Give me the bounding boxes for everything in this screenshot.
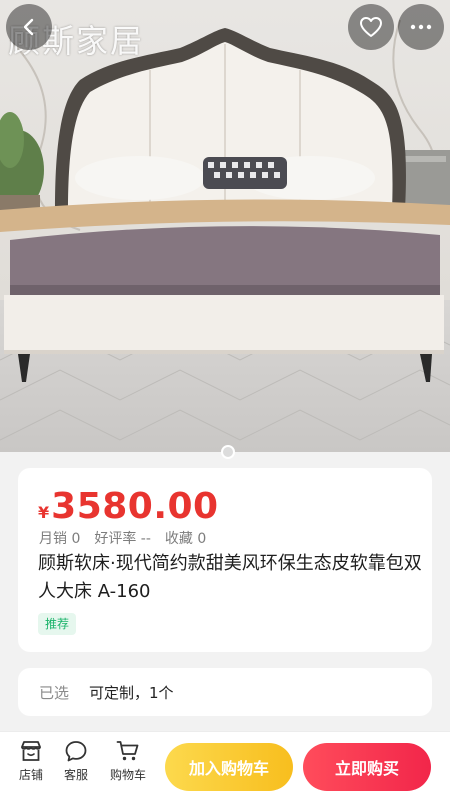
more-button[interactable] <box>398 4 444 50</box>
chat-bubble-icon <box>65 741 87 762</box>
bed-product-image <box>0 0 450 452</box>
product-price: 3580.00 <box>51 486 219 527</box>
favorite-button[interactable] <box>348 4 394 50</box>
rating: 好评率 -- <box>94 531 151 547</box>
shop-icon <box>21 741 41 761</box>
monthly-sales: 月销 0 <box>39 531 81 547</box>
selected-label: 已选 <box>39 683 70 702</box>
cart-label: 购物车 <box>109 768 146 782</box>
add-to-cart-button[interactable]: 加入购物车 <box>165 743 293 791</box>
back-button[interactable] <box>6 4 52 50</box>
recommend-tag: 推荐 <box>38 613 77 635</box>
service-label: 客服 <box>63 768 88 782</box>
cart-icon <box>116 741 139 761</box>
product-title: 顾斯软床·现代简约款甜美风环保生态皮软靠包双人大床 A-160 <box>38 553 422 602</box>
heart-icon <box>360 17 382 37</box>
selected-options-row[interactable]: 已选 可定制，1个 <box>18 668 432 716</box>
product-stats: 月销 0 好评率 -- 收藏 0 <box>39 528 206 548</box>
shop-button[interactable]: 店铺 <box>7 740 55 783</box>
customer-service-button[interactable]: 客服 <box>52 740 100 783</box>
product-image-carousel[interactable]: 顾斯家居 <box>0 0 450 452</box>
buy-now-button[interactable]: 立即购买 <box>303 743 431 791</box>
price-row: ¥ 3580.00 <box>38 486 219 527</box>
ellipsis-icon <box>410 24 432 30</box>
product-info-card: ¥ 3580.00 月销 0 好评率 -- 收藏 0 顾斯软床·现代简约款甜美风… <box>18 468 432 652</box>
cart-button[interactable]: 购物车 <box>104 740 152 783</box>
carousel-indicator[interactable] <box>221 445 235 459</box>
shop-label: 店铺 <box>18 768 43 782</box>
favorites-count: 收藏 0 <box>164 531 207 547</box>
chevron-left-icon <box>23 18 34 36</box>
bottom-action-bar: 店铺 客服 购物车 加入购物车 立即购买 <box>0 731 450 800</box>
selected-value: 可定制，1个 <box>89 683 174 702</box>
currency-symbol: ¥ <box>38 503 50 522</box>
